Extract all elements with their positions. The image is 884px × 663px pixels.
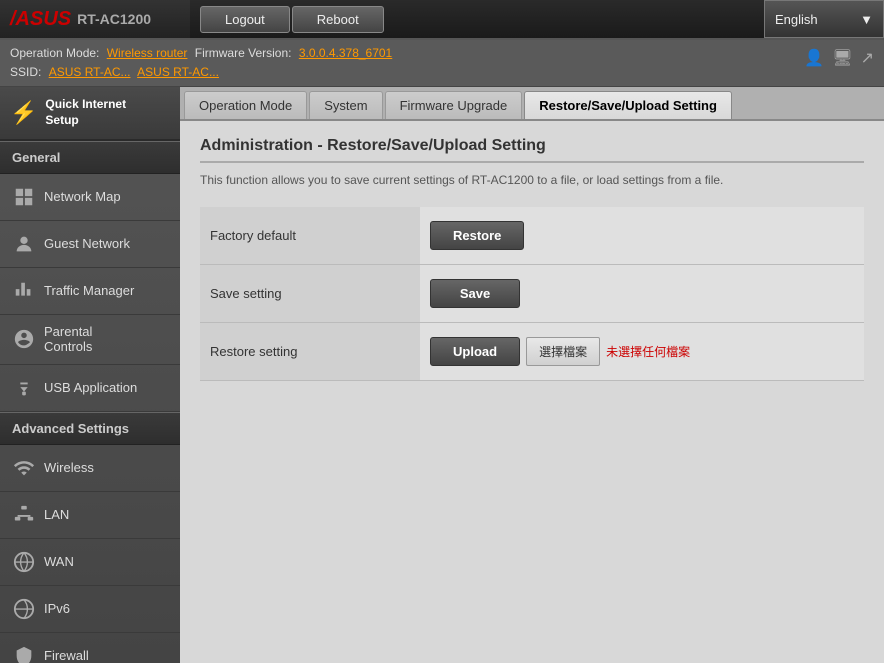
choose-file-button[interactable]: 選擇檔案 bbox=[526, 337, 600, 366]
header-buttons: Logout Reboot bbox=[190, 6, 764, 33]
traffic-icon bbox=[10, 277, 38, 305]
settings-table: Factory default Restore Save setting Sav… bbox=[200, 207, 864, 381]
logout-button[interactable]: Logout bbox=[200, 6, 290, 33]
logo-asus: /ASUS bbox=[10, 8, 71, 31]
firewall-label: Firewall bbox=[44, 648, 89, 663]
restore-setting-row: Restore setting Upload 選擇檔案 未選擇任何檔案 bbox=[200, 323, 864, 381]
ipv6-label: IPv6 bbox=[44, 601, 70, 617]
ssid-value2[interactable]: ASUS RT-AC... bbox=[137, 65, 219, 79]
file-input-area: Upload 選擇檔案 未選擇任何檔案 bbox=[430, 337, 854, 366]
network-map-label: Network Map bbox=[44, 189, 121, 205]
restore-setting-label: Restore setting bbox=[200, 323, 420, 381]
sidebar-item-wireless[interactable]: Wireless bbox=[0, 445, 180, 492]
ipv6-icon bbox=[10, 595, 38, 623]
sidebar-item-usb-application[interactable]: USB Application bbox=[0, 365, 180, 412]
content-area: Operation Mode System Firmware Upgrade R… bbox=[180, 87, 884, 663]
page-title: Administration - Restore/Save/Upload Set… bbox=[200, 137, 864, 163]
sidebar-item-ipv6[interactable]: IPv6 bbox=[0, 586, 180, 633]
save-button[interactable]: Save bbox=[430, 279, 520, 308]
sidebar-item-guest-network[interactable]: Guest Network bbox=[0, 221, 180, 268]
share-icon[interactable]: ↗ bbox=[861, 48, 874, 68]
factory-default-row: Factory default Restore bbox=[200, 207, 864, 265]
reboot-button[interactable]: Reboot bbox=[292, 6, 384, 33]
operation-mode-value[interactable]: Wireless router bbox=[107, 46, 188, 60]
lan-icon bbox=[10, 501, 38, 529]
parental-icon bbox=[10, 325, 38, 353]
quick-internet-setup[interactable]: ⚡ Quick InternetSetup bbox=[0, 87, 180, 140]
wireless-icon bbox=[10, 454, 38, 482]
chevron-down-icon: ▼ bbox=[860, 12, 873, 27]
logo-model: RT-AC1200 bbox=[77, 11, 151, 27]
parental-controls-label: ParentalControls bbox=[44, 324, 92, 355]
upload-button[interactable]: Upload bbox=[430, 337, 520, 366]
usb-icon bbox=[10, 374, 38, 402]
firewall-icon bbox=[10, 642, 38, 663]
wireless-label: Wireless bbox=[44, 460, 94, 476]
advanced-section-label: Advanced Settings bbox=[0, 412, 180, 445]
info-bar: Operation Mode: Wireless router Firmware… bbox=[0, 40, 884, 87]
logo-area: /ASUS RT-AC1200 bbox=[0, 0, 190, 38]
ssid-line: SSID: ASUS RT-AC... ASUS RT-AC... bbox=[10, 63, 392, 82]
main-layout: ⚡ Quick InternetSetup General Network Ma… bbox=[0, 87, 884, 663]
restore-setting-cell: Upload 選擇檔案 未選擇任何檔案 bbox=[420, 323, 864, 381]
ssid-value1[interactable]: ASUS RT-AC... bbox=[49, 65, 131, 79]
operation-mode-line: Operation Mode: Wireless router Firmware… bbox=[10, 44, 392, 63]
sidebar: ⚡ Quick InternetSetup General Network Ma… bbox=[0, 87, 180, 663]
file-name-display: 未選擇任何檔案 bbox=[606, 343, 690, 360]
save-setting-label: Save setting bbox=[200, 265, 420, 323]
save-setting-row: Save setting Save bbox=[200, 265, 864, 323]
guest-icon bbox=[10, 230, 38, 258]
tab-firmware-upgrade[interactable]: Firmware Upgrade bbox=[385, 91, 523, 119]
ssid-label: SSID: bbox=[10, 65, 41, 79]
user-icon[interactable]: 👤 bbox=[804, 48, 824, 68]
tab-operation-mode[interactable]: Operation Mode bbox=[184, 91, 307, 119]
sidebar-item-firewall[interactable]: Firewall bbox=[0, 633, 180, 663]
info-text: Operation Mode: Wireless router Firmware… bbox=[10, 44, 392, 82]
guest-network-label: Guest Network bbox=[44, 236, 130, 252]
tab-restore-save[interactable]: Restore/Save/Upload Setting bbox=[524, 91, 732, 119]
factory-default-label: Factory default bbox=[200, 207, 420, 265]
map-icon bbox=[10, 183, 38, 211]
tab-bar: Operation Mode System Firmware Upgrade R… bbox=[180, 87, 884, 121]
save-setting-cell: Save bbox=[420, 265, 864, 323]
language-selector[interactable]: English ▼ bbox=[764, 0, 884, 38]
sidebar-item-parental-controls[interactable]: ParentalControls bbox=[0, 315, 180, 365]
general-section-label: General bbox=[0, 141, 180, 174]
restore-button[interactable]: Restore bbox=[430, 221, 524, 250]
display-icon[interactable]: 🖥 bbox=[832, 48, 852, 68]
sidebar-item-network-map[interactable]: Network Map bbox=[0, 174, 180, 221]
sidebar-item-lan[interactable]: LAN bbox=[0, 492, 180, 539]
tab-system[interactable]: System bbox=[309, 91, 382, 119]
page-content: Administration - Restore/Save/Upload Set… bbox=[180, 121, 884, 663]
firmware-value[interactable]: 3.0.0.4.378_6701 bbox=[299, 46, 392, 60]
lan-label: LAN bbox=[44, 507, 69, 523]
language-label: English bbox=[775, 12, 818, 27]
lightning-icon: ⚡ bbox=[10, 100, 37, 126]
usb-application-label: USB Application bbox=[44, 380, 137, 396]
info-icons: 👤 🖥 ↗ bbox=[804, 44, 874, 68]
operation-mode-label: Operation Mode: bbox=[10, 46, 99, 60]
sidebar-item-traffic-manager[interactable]: Traffic Manager bbox=[0, 268, 180, 315]
sidebar-item-wan[interactable]: WAN bbox=[0, 539, 180, 586]
wan-label: WAN bbox=[44, 554, 74, 570]
firmware-label: Firmware Version: bbox=[195, 46, 292, 60]
page-description: This function allows you to save current… bbox=[200, 173, 864, 187]
traffic-manager-label: Traffic Manager bbox=[44, 283, 134, 299]
header: /ASUS RT-AC1200 Logout Reboot English ▼ bbox=[0, 0, 884, 40]
wan-icon bbox=[10, 548, 38, 576]
quick-setup-label: Quick InternetSetup bbox=[45, 97, 126, 128]
factory-default-cell: Restore bbox=[420, 207, 864, 265]
